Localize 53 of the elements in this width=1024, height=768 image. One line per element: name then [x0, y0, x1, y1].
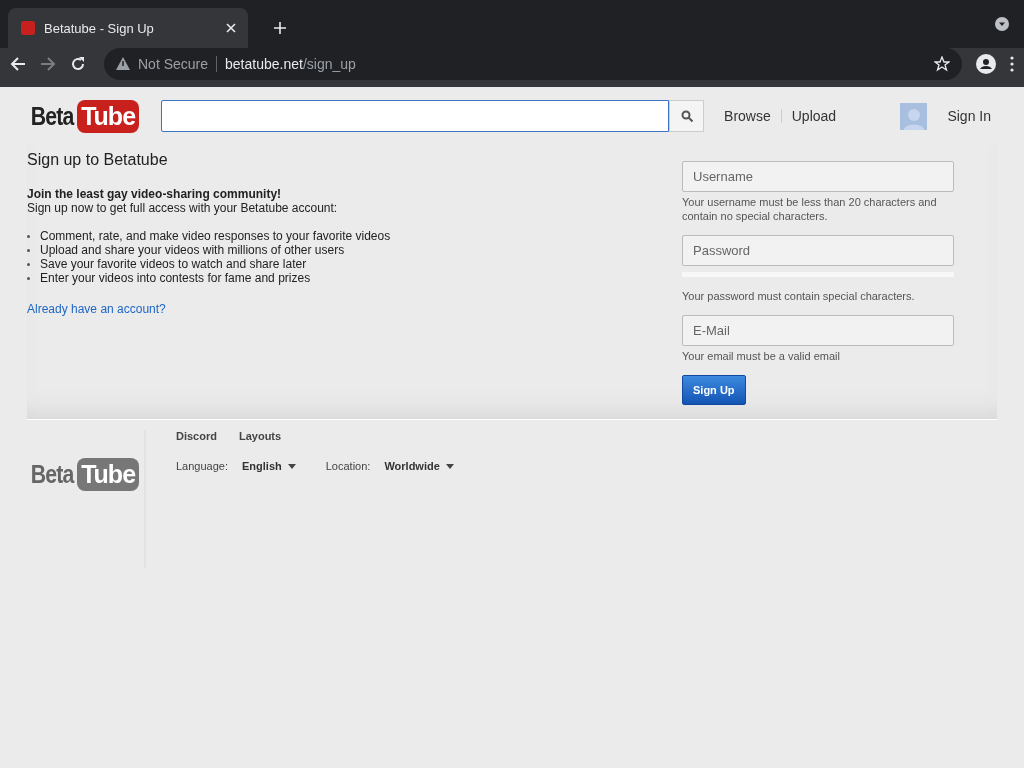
nav-link[interactable]: Upload: [791, 108, 837, 124]
menu-icon[interactable]: [1010, 55, 1014, 72]
bullet-icon: [27, 235, 30, 238]
address-bar[interactable]: Not Secure betatube.net/sign_up: [104, 47, 962, 80]
url-text: betatube.net/sign_up: [225, 55, 356, 72]
location-picker[interactable]: Worldwide: [384, 460, 454, 472]
input-field[interactable]: Password: [682, 235, 954, 266]
logo-text: Tube: [77, 458, 140, 491]
feature-text: Enter your videos into contests for fame and prizes: [40, 271, 311, 285]
page-title: Sign up to Betatube: [27, 151, 169, 169]
search-field[interactable]: [161, 100, 670, 132]
field-hint: Your email must be a valid email: [682, 349, 841, 363]
language-label: Language:: [176, 460, 228, 472]
caret-icon: [287, 463, 296, 469]
security-label: Not Secure: [138, 55, 218, 72]
input-field[interactable]: E-Mail: [682, 315, 954, 346]
profile-icon[interactable]: [976, 53, 996, 74]
feature-text: Save your favorite videos to watch and share later: [40, 257, 307, 271]
nav-link[interactable]: Browse: [724, 108, 771, 124]
new-tab-icon[interactable]: [274, 22, 286, 34]
logo-text: Tube: [77, 99, 140, 133]
star-icon[interactable]: [934, 55, 950, 72]
field-hint: Your password must contain special characters.: [682, 289, 916, 303]
tagline: Join the least gay video-sharing community!: [27, 187, 283, 201]
dropdown-icon[interactable]: [995, 17, 1009, 31]
intro-text: Sign up now to get full access with your Betatube account:: [27, 201, 339, 215]
back-icon[interactable]: [10, 55, 26, 72]
reload-icon[interactable]: [70, 55, 86, 72]
tab-title: Betatube - Sign Up: [44, 20, 155, 36]
bullet-icon: [27, 263, 30, 266]
feature-text: Upload and share your videos with millions of other users: [40, 243, 345, 257]
field-hint: Your username must be less than 20 characters and contain no special characters.: [682, 195, 938, 223]
footer-link[interactable]: Layouts: [238, 430, 282, 442]
location-label: Location:: [325, 460, 371, 472]
warning-icon: [116, 57, 130, 70]
sign-in-link[interactable]: Sign In: [947, 108, 991, 124]
logo-text: Beta: [30, 460, 74, 489]
search-button[interactable]: [669, 100, 705, 132]
logo-text: Beta: [30, 101, 74, 131]
bullet-icon: [27, 249, 30, 252]
search-icon: [680, 110, 693, 122]
favicon-icon: [20, 20, 36, 36]
forward-icon[interactable]: [40, 55, 56, 72]
caret-icon: [445, 463, 454, 469]
input-field[interactable]: Username: [682, 161, 954, 192]
bullet-icon: [27, 277, 30, 280]
sign-up-button[interactable]: Sign Up: [682, 375, 746, 405]
browser-tab[interactable]: Betatube - Sign Up: [8, 8, 248, 48]
login-link[interactable]: Already have an account?: [27, 302, 166, 316]
close-icon[interactable]: [226, 23, 236, 33]
feature-text: Comment, rate, and make video responses to your favorite videos: [40, 229, 391, 243]
language-picker[interactable]: English: [242, 460, 296, 472]
footer-link[interactable]: Discord: [176, 430, 217, 442]
